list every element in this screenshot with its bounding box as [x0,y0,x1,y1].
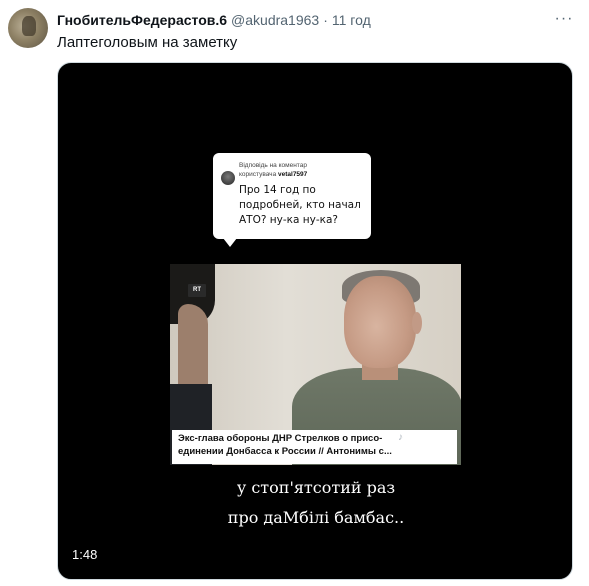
video-duration: 1:48 [72,547,98,562]
reply-username: vetal7597 [278,171,308,178]
tweet-header: ГнобительФедерастов.6 @akudra1963 · 11 г… [57,11,371,29]
tweet-text: Лаптеголовым на заметку [57,34,238,51]
reply-user: користувача vetal7597 [239,170,307,179]
reply-label: Відповідь на коментар [239,162,307,169]
caption-line-2: единении Донбасса к России // Антонимы с… [178,445,392,457]
video-frame: RT Экс-глава обороны ДНР Стрелков о прис… [170,264,461,465]
separator-dot: · [323,12,328,28]
user-handle[interactable]: @akudra1963 [231,11,319,29]
reply-user-prefix: користувача [239,171,277,178]
reply-body: Про 14 год по подробней, кто начал АТО? … [239,184,361,226]
reply-avatar [221,171,235,185]
subtitle-line-2: про даМбілі бамбас.. [227,508,405,527]
timestamp[interactable]: 11 год [332,11,371,29]
channel-logo: RT [188,284,206,297]
tweet[interactable]: ГнобительФедерастов.6 @akudra1963 · 11 г… [0,0,589,586]
caption-line-1: Экс-глава обороны ДНР Стрелков о присо- [178,433,383,444]
more-options-button[interactable]: ··· [553,8,575,30]
avatar[interactable] [8,8,48,48]
subtitle-line-1: у стоп'ятсотий раз [236,478,396,497]
ellipsis-icon: ··· [554,10,574,27]
reply-comment-bubble: Відповідь на коментар користувача vetal7… [213,153,371,247]
video-player[interactable]: Відповідь на коментар користувача vetal7… [57,62,573,580]
display-name[interactable]: ГнобительФедерастов.6 [57,11,227,29]
video-caption-bar: Экс-глава обороны ДНР Стрелков о присо- … [172,430,457,464]
tiktok-icon: ♪ [398,432,403,443]
